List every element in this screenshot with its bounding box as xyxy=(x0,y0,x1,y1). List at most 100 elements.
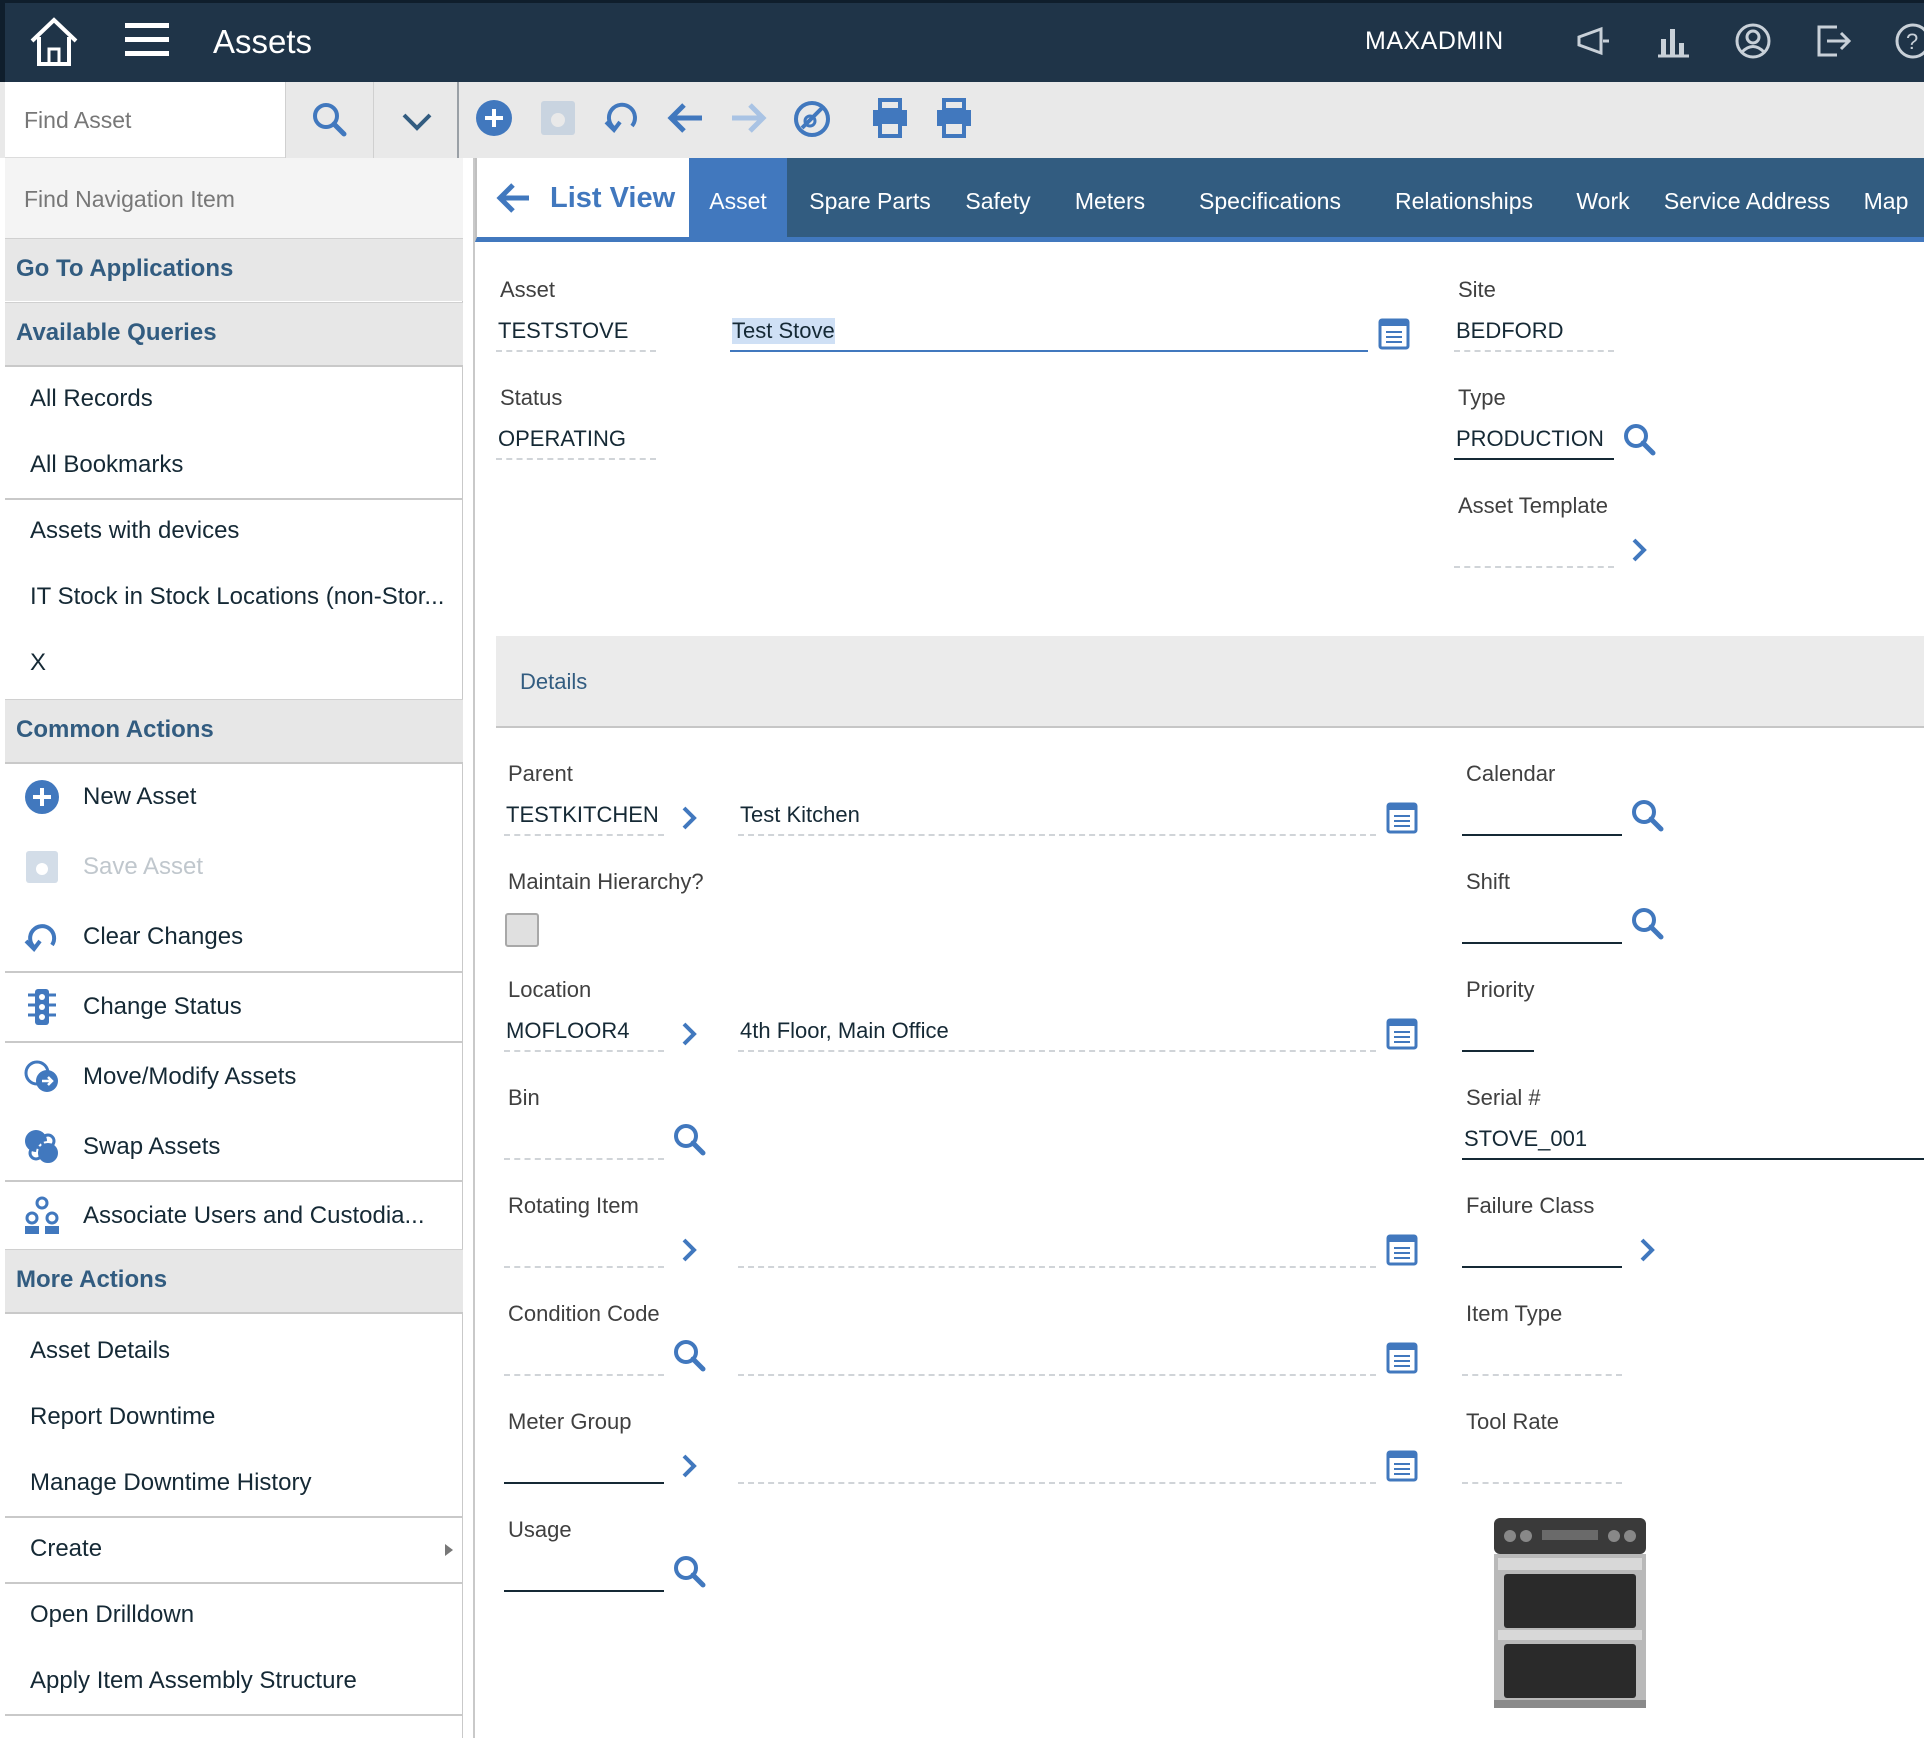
meter-group-field[interactable] xyxy=(504,1482,664,1484)
search-icon[interactable] xyxy=(672,1554,708,1590)
tab-specifications[interactable]: Specifications xyxy=(1175,158,1365,237)
long-description-icon[interactable] xyxy=(1384,1448,1420,1484)
previous-icon[interactable] xyxy=(664,96,708,140)
svg-text:?: ? xyxy=(1906,29,1918,54)
available-queries-header[interactable]: Available Queries xyxy=(5,302,463,365)
home-icon[interactable] xyxy=(27,15,81,69)
query-x[interactable]: X xyxy=(5,633,463,693)
chevron-right-icon[interactable] xyxy=(672,1016,708,1052)
long-description-icon[interactable] xyxy=(1384,1016,1420,1052)
more-apply-item-assembly[interactable]: Apply Item Assembly Structure xyxy=(5,1651,463,1711)
long-description-icon[interactable] xyxy=(1384,800,1420,836)
search-icon[interactable] xyxy=(1630,906,1666,942)
calendar-field[interactable] xyxy=(1462,834,1622,836)
profile-icon[interactable] xyxy=(1733,21,1773,61)
search-icon[interactable] xyxy=(672,1338,708,1374)
chevron-right-icon[interactable] xyxy=(672,1448,708,1484)
priority-field[interactable] xyxy=(1462,1050,1534,1052)
logout-icon[interactable] xyxy=(1813,21,1853,61)
tab-relationships[interactable]: Relationships xyxy=(1371,158,1557,237)
search-icon[interactable] xyxy=(672,1122,708,1158)
rotating-item-field[interactable] xyxy=(504,1266,664,1268)
more-actions-header[interactable]: More Actions xyxy=(5,1249,463,1312)
undo-icon[interactable] xyxy=(600,96,644,140)
shift-field[interactable] xyxy=(1462,942,1622,944)
next-icon[interactable] xyxy=(726,96,770,140)
bin-field[interactable] xyxy=(504,1158,664,1160)
divider xyxy=(5,1312,463,1314)
more-create[interactable]: Create xyxy=(5,1519,463,1579)
more-manage-downtime-history[interactable]: Manage Downtime History xyxy=(5,1453,463,1513)
print-report-icon[interactable] xyxy=(932,96,976,140)
caret-right-icon xyxy=(445,1544,453,1556)
common-actions-header[interactable]: Common Actions xyxy=(5,699,463,762)
details-section-header[interactable]: Details xyxy=(496,636,1924,728)
usage-field[interactable] xyxy=(504,1590,664,1592)
search-button[interactable] xyxy=(285,82,373,158)
chevron-right-icon[interactable] xyxy=(1622,532,1658,568)
item-type-field xyxy=(1462,1374,1622,1376)
action-swap-assets[interactable]: Swap Assets xyxy=(5,1117,463,1177)
failure-class-field[interactable] xyxy=(1462,1266,1622,1268)
tab-asset[interactable]: Asset xyxy=(689,158,787,237)
tab-bar: List View Asset Spare Parts Safety Meter… xyxy=(475,158,1924,242)
divider xyxy=(5,1516,463,1518)
tab-spare-parts[interactable]: Spare Parts xyxy=(795,158,945,237)
tab-map[interactable]: Map xyxy=(1855,158,1917,237)
arrow-left-icon xyxy=(496,183,529,213)
tab-work[interactable]: Work xyxy=(1565,158,1641,237)
asset-image[interactable] xyxy=(1484,1512,1666,1712)
parent-label: Parent xyxy=(508,761,573,786)
reports-icon[interactable] xyxy=(1653,21,1693,61)
long-description-icon[interactable] xyxy=(1384,1340,1420,1376)
asset-description-field[interactable]: Test Stove xyxy=(732,318,835,344)
condition-code-field[interactable] xyxy=(504,1374,664,1376)
tab-safety[interactable]: Safety xyxy=(953,158,1043,237)
tab-meters[interactable]: Meters xyxy=(1055,158,1165,237)
change-status-icon[interactable] xyxy=(790,96,834,140)
action-associate-users[interactable]: Associate Users and Custodia... xyxy=(5,1186,463,1246)
type-field[interactable]: PRODUCTION xyxy=(1456,426,1604,452)
chevron-right-icon[interactable] xyxy=(1630,1232,1666,1268)
user-name: MAXADMIN xyxy=(1365,27,1504,55)
asset-field[interactable]: TESTSTOVE xyxy=(498,318,628,344)
query-dropdown-button[interactable] xyxy=(373,82,459,158)
more-open-drilldown[interactable]: Open Drilldown xyxy=(5,1585,463,1645)
search-icon[interactable] xyxy=(1630,798,1666,834)
tab-service-address[interactable]: Service Address xyxy=(1647,158,1847,237)
serial-field[interactable]: STOVE_001 xyxy=(1464,1126,1587,1152)
new-icon[interactable] xyxy=(472,96,516,140)
print-icon[interactable] xyxy=(868,96,912,140)
find-navigation-input[interactable]: Find Navigation Item xyxy=(5,158,463,238)
query-assets-with-devices[interactable]: Assets with devices xyxy=(5,501,463,561)
go-to-applications-header[interactable]: Go To Applications xyxy=(5,238,463,301)
menu-icon[interactable] xyxy=(123,19,171,61)
help-icon[interactable]: ? xyxy=(1893,21,1924,61)
maintain-hierarchy-label: Maintain Hierarchy? xyxy=(508,869,704,894)
maintain-hierarchy-checkbox[interactable] xyxy=(505,913,539,947)
long-description-icon[interactable] xyxy=(1376,316,1412,352)
search-icon[interactable] xyxy=(1622,422,1658,458)
bulletins-icon[interactable] xyxy=(1573,21,1613,61)
chevron-right-icon[interactable] xyxy=(672,800,708,836)
plus-circle-icon xyxy=(25,780,59,814)
long-description-icon[interactable] xyxy=(1384,1232,1420,1268)
save-icon[interactable] xyxy=(536,96,580,140)
action-clear-changes[interactable]: Clear Changes xyxy=(5,907,463,967)
action-change-status[interactable]: Change Status xyxy=(5,977,463,1037)
location-field[interactable]: MOFLOOR4 xyxy=(506,1018,629,1044)
more-report-downtime[interactable]: Report Downtime xyxy=(5,1387,463,1447)
chevron-right-icon[interactable] xyxy=(672,1232,708,1268)
field-underline xyxy=(1454,350,1614,352)
bin-label: Bin xyxy=(508,1085,540,1110)
tab-list-view[interactable]: List View xyxy=(475,158,689,242)
query-it-stock[interactable]: IT Stock in Stock Locations (non-Stor... xyxy=(5,567,463,627)
action-move-modify[interactable]: Move/Modify Assets xyxy=(5,1047,463,1107)
query-all-bookmarks[interactable]: All Bookmarks xyxy=(5,435,463,495)
parent-field[interactable]: TESTKITCHEN xyxy=(506,802,659,828)
more-asset-details[interactable]: Asset Details xyxy=(5,1321,463,1381)
action-new-asset[interactable]: New Asset xyxy=(5,767,463,827)
query-all-records[interactable]: All Records xyxy=(5,369,463,429)
find-asset-input[interactable]: Find Asset xyxy=(5,82,285,158)
condition-code-description xyxy=(738,1374,1376,1376)
